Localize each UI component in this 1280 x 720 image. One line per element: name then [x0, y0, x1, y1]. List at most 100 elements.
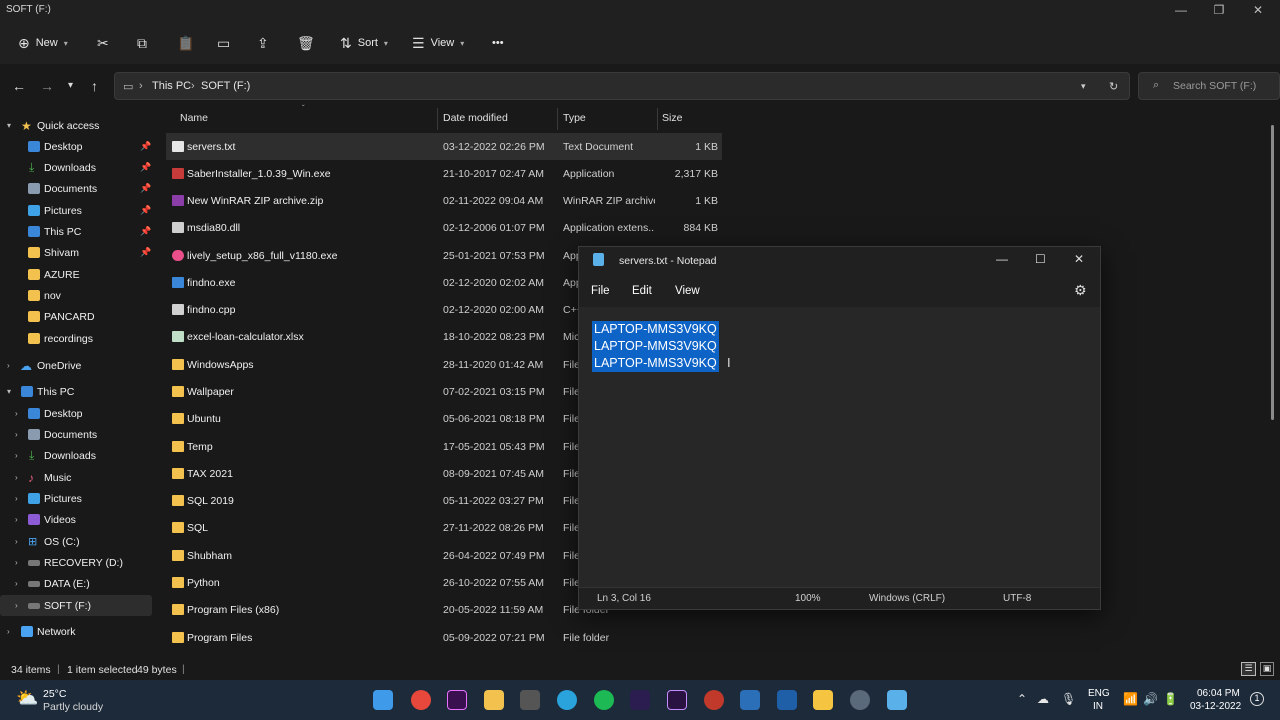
volume-icon[interactable]: 🔊: [1143, 692, 1158, 706]
sidebar-item-this-pc[interactable]: ▾ This PC: [0, 381, 152, 402]
minimize-icon[interactable]: —: [1166, 3, 1196, 17]
chevron-right-icon[interactable]: ›: [15, 473, 18, 482]
sidebar-item-shivam[interactable]: Shivam 📌: [0, 242, 152, 263]
refresh-icon[interactable]: ↻: [1109, 80, 1118, 93]
address-bar[interactable]: ▭ › This PC › SOFT (F:) ▾ ↻: [114, 72, 1130, 100]
sidebar-item-pc-pictures[interactable]: › Pictures: [0, 488, 152, 509]
spotify-icon[interactable]: [594, 690, 614, 710]
details-view-icon[interactable]: ☰: [1241, 662, 1256, 676]
tiles-view-icon[interactable]: ▣: [1260, 662, 1274, 676]
settings-gear-icon[interactable]: ⚙: [1074, 282, 1087, 299]
cut-icon[interactable]: ✂: [97, 32, 109, 54]
file-row[interactable]: Program Files 05-09-2022 07:21 PM File f…: [166, 624, 722, 651]
menu-file[interactable]: File: [591, 285, 610, 297]
search-input[interactable]: ⌕ Search SOFT (F:): [1138, 72, 1280, 100]
telegram-icon[interactable]: [557, 690, 577, 710]
view-button[interactable]: ☰ View ▾: [412, 32, 464, 54]
weather-icon[interactable]: ⛅: [16, 688, 38, 709]
file-row[interactable]: SaberInstaller_1.0.39_Win.exe 21-10-2017…: [166, 160, 722, 187]
column-header-type[interactable]: Type: [563, 112, 586, 124]
sidebar-item-documents[interactable]: Documents 📌: [0, 178, 152, 199]
settings-icon[interactable]: [850, 690, 870, 710]
start-windows-icon[interactable]: [373, 690, 393, 710]
sidebar-item-recordings[interactable]: recordings: [0, 328, 152, 349]
chevron-right-icon[interactable]: ›: [15, 409, 18, 418]
powershell-icon[interactable]: [777, 690, 797, 710]
column-header-date[interactable]: Date modified: [443, 112, 508, 124]
onedrive-tray-icon[interactable]: ☁: [1037, 692, 1049, 706]
chevron-down-icon[interactable]: ▾: [7, 121, 11, 130]
minimize-icon[interactable]: —: [996, 252, 1008, 266]
back-icon[interactable]: ←: [12, 78, 26, 94]
close-icon[interactable]: ✕: [1243, 3, 1273, 17]
breadcrumb-soft-f[interactable]: SOFT (F:): [201, 80, 250, 92]
recent-locations-icon[interactable]: ▾: [68, 80, 73, 91]
scrollbar-thumb[interactable]: [1271, 125, 1274, 420]
sidebar-item-pc-downloads[interactable]: › ⤓ Downloads: [0, 445, 152, 466]
sidebar-item-onedrive[interactable]: › ☁ OneDrive: [0, 355, 152, 376]
app-icon[interactable]: [740, 690, 760, 710]
up-icon[interactable]: ↑: [91, 78, 98, 94]
sidebar-item-this-pc-pinned[interactable]: This PC 📌: [0, 221, 152, 242]
battery-icon[interactable]: 🔋: [1163, 692, 1178, 706]
delete-icon[interactable]: 🗑: [297, 32, 315, 54]
menu-edit[interactable]: Edit: [632, 285, 652, 297]
chevron-right-icon[interactable]: ›: [15, 430, 18, 439]
after-effects-icon[interactable]: [667, 690, 687, 710]
app-icon[interactable]: [520, 690, 540, 710]
app-icon[interactable]: [813, 690, 833, 710]
more-options-button[interactable]: •••: [492, 32, 504, 54]
file-row[interactable]: msdia80.dll 02-12-2006 01:07 PM Applicat…: [166, 214, 722, 241]
sidebar-item-pancard[interactable]: PANCARD: [0, 306, 152, 327]
chevron-right-icon[interactable]: ›: [15, 515, 18, 524]
chevron-right-icon[interactable]: ›: [15, 494, 18, 503]
notification-icon[interactable]: 1: [1250, 692, 1264, 706]
sidebar-item-downloads[interactable]: ⤓ Downloads 📌: [0, 157, 152, 178]
sidebar-item-videos[interactable]: › Videos: [0, 509, 152, 530]
maximize-icon[interactable]: ☐: [1035, 252, 1046, 266]
chevron-right-icon[interactable]: ›: [7, 361, 10, 370]
microphone-icon[interactable]: 🎙: [1061, 692, 1076, 706]
notepad-taskbar-icon[interactable]: [887, 690, 907, 710]
new-button[interactable]: ⊕ New ▾: [18, 32, 68, 54]
column-header-name[interactable]: Name: [180, 112, 208, 124]
column-header-size[interactable]: Size: [662, 112, 682, 124]
close-icon[interactable]: ✕: [1074, 252, 1084, 266]
address-dropdown-icon[interactable]: ▾: [1081, 81, 1086, 92]
language-region[interactable]: IN: [1093, 701, 1103, 712]
file-row[interactable]: New WinRAR ZIP archive.zip 02-11-2022 09…: [166, 187, 722, 214]
sidebar-item-music[interactable]: › ♪ Music: [0, 467, 152, 488]
chrome-icon[interactable]: [411, 690, 431, 710]
rename-icon[interactable]: ▭: [217, 32, 230, 54]
copy-icon[interactable]: ⧉: [137, 32, 147, 54]
sidebar-item-pc-desktop[interactable]: › Desktop: [0, 403, 152, 424]
menu-view[interactable]: View: [675, 285, 700, 297]
weather-temp[interactable]: 25°C: [43, 688, 66, 700]
share-icon[interactable]: ⇪: [257, 32, 269, 54]
sidebar-item-azure[interactable]: AZURE: [0, 264, 152, 285]
chevron-right-icon[interactable]: ›: [15, 601, 18, 610]
sidebar-item-recovery-d[interactable]: › RECOVERY (D:): [0, 552, 152, 573]
sort-button[interactable]: ⇅ Sort ▾: [340, 32, 388, 54]
sidebar-item-desktop[interactable]: Desktop 📌: [0, 136, 152, 157]
file-row[interactable]: servers.txt 03-12-2022 02:26 PM Text Doc…: [166, 133, 722, 160]
tray-overflow-icon[interactable]: ⌃: [1017, 692, 1027, 706]
sidebar-item-os-c[interactable]: › ⊞ OS (C:): [0, 531, 152, 552]
chevron-right-icon[interactable]: ›: [7, 627, 10, 636]
chevron-right-icon[interactable]: ›: [15, 579, 18, 588]
sidebar-item-pc-documents[interactable]: › Documents: [0, 424, 152, 445]
sidebar-item-soft-f[interactable]: › SOFT (F:): [0, 595, 152, 616]
forward-icon[interactable]: →: [40, 78, 54, 94]
paste-icon[interactable]: 📋: [177, 32, 194, 54]
chevron-right-icon[interactable]: ›: [15, 558, 18, 567]
maximize-icon[interactable]: ❐: [1204, 3, 1234, 17]
clock-time[interactable]: 06:04 PM: [1197, 688, 1240, 699]
premiere-icon[interactable]: [447, 690, 467, 710]
breadcrumb-this-pc[interactable]: This PC: [152, 80, 191, 92]
sidebar-item-nov[interactable]: nov: [0, 285, 152, 306]
weather-desc[interactable]: Partly cloudy: [43, 701, 103, 713]
record-icon[interactable]: [704, 690, 724, 710]
sidebar-item-quick-access[interactable]: ▾ ★ Quick access: [0, 115, 152, 136]
clock-date[interactable]: 03-12-2022: [1190, 701, 1241, 712]
notepad-text-area[interactable]: LAPTOP-MMS3V9KQ LAPTOP-MMS3V9KQ LAPTOP-M…: [579, 307, 1100, 587]
